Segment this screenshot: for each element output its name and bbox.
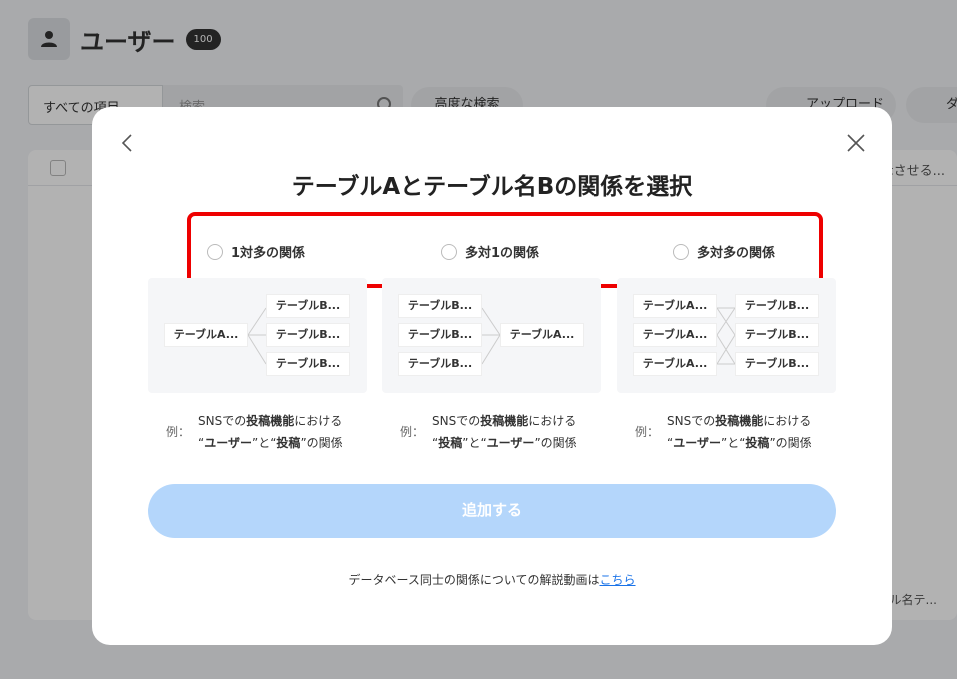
option-many-to-many[interactable]: 多対多の関係: [673, 242, 775, 261]
close-icon: [847, 134, 865, 152]
table-b-box: テーブルB...: [735, 294, 819, 318]
add-button[interactable]: 追加する: [148, 484, 836, 538]
option-one-to-many[interactable]: 1対多の関係: [207, 242, 305, 261]
option-many-to-one[interactable]: 多対1の関係: [441, 242, 539, 261]
table-b-box: テーブルB...: [398, 294, 482, 318]
table-b-box: テーブルB...: [735, 352, 819, 376]
diagram-many-to-one: テーブルB... テーブルB... テーブルB... テーブルA...: [382, 278, 601, 393]
example-prefix: 例：: [400, 425, 425, 439]
table-a-box: テーブルA...: [633, 352, 717, 376]
table-b-box: テーブルB...: [398, 352, 482, 376]
example-line: “ユーザー”と“投稿”の関係: [198, 436, 343, 450]
table-a-box: テーブルA...: [500, 323, 584, 347]
example-line: “投稿”と“ユーザー”の関係: [432, 436, 577, 450]
example-line: SNSでの投稿機能における: [432, 414, 577, 428]
option-label: 多対多の関係: [697, 246, 776, 261]
diagram-many-to-many: テーブルA... テーブルA... テーブルA... テーブルB... テーブル…: [617, 278, 836, 393]
table-a-box: テーブルA...: [633, 294, 717, 318]
example-line: SNSでの投稿機能における: [198, 414, 343, 428]
dialog-title: テーブルAとテーブル名Bの関係を選択: [291, 174, 693, 200]
radio-circle[interactable]: [673, 243, 689, 260]
example-line: SNSでの投稿機能における: [667, 414, 812, 428]
table-b-box: テーブルB...: [266, 352, 350, 376]
table-b-box: テーブルB...: [398, 323, 482, 347]
example-prefix: 例：: [166, 425, 191, 439]
help-video-link[interactable]: こちら: [600, 573, 636, 587]
relation-dialog: テーブルAとテーブル名Bの関係を選択 1対多の関係 多対1の関係 多対多の関係 …: [92, 107, 892, 645]
table-b-box: テーブルB...: [735, 323, 819, 347]
table-a-box: テーブルA...: [164, 323, 248, 347]
chevron-left-icon: [121, 134, 132, 152]
help-footer: データベース同士の関係についての解説動画はこちら: [92, 571, 892, 588]
table-b-box: テーブルB...: [266, 323, 350, 347]
radio-circle[interactable]: [441, 243, 457, 260]
diagram-one-to-many: テーブルA... テーブルB... テーブルB... テーブルB...: [148, 278, 367, 393]
option-label: 多対1の関係: [465, 246, 540, 261]
option-label: 1対多の関係: [231, 246, 306, 261]
table-a-box: テーブルA...: [633, 323, 717, 347]
table-b-box: テーブルB...: [266, 294, 350, 318]
close-button[interactable]: [846, 133, 866, 153]
footer-text: データベース同士の関係についての解説動画は: [348, 573, 600, 587]
relation-options: 1対多の関係 多対1の関係 多対多の関係: [187, 212, 823, 288]
example-line: “ユーザー”と“投稿”の関係: [667, 436, 812, 450]
back-button[interactable]: [120, 133, 136, 153]
radio-circle[interactable]: [207, 243, 223, 260]
example-prefix: 例：: [635, 425, 660, 439]
